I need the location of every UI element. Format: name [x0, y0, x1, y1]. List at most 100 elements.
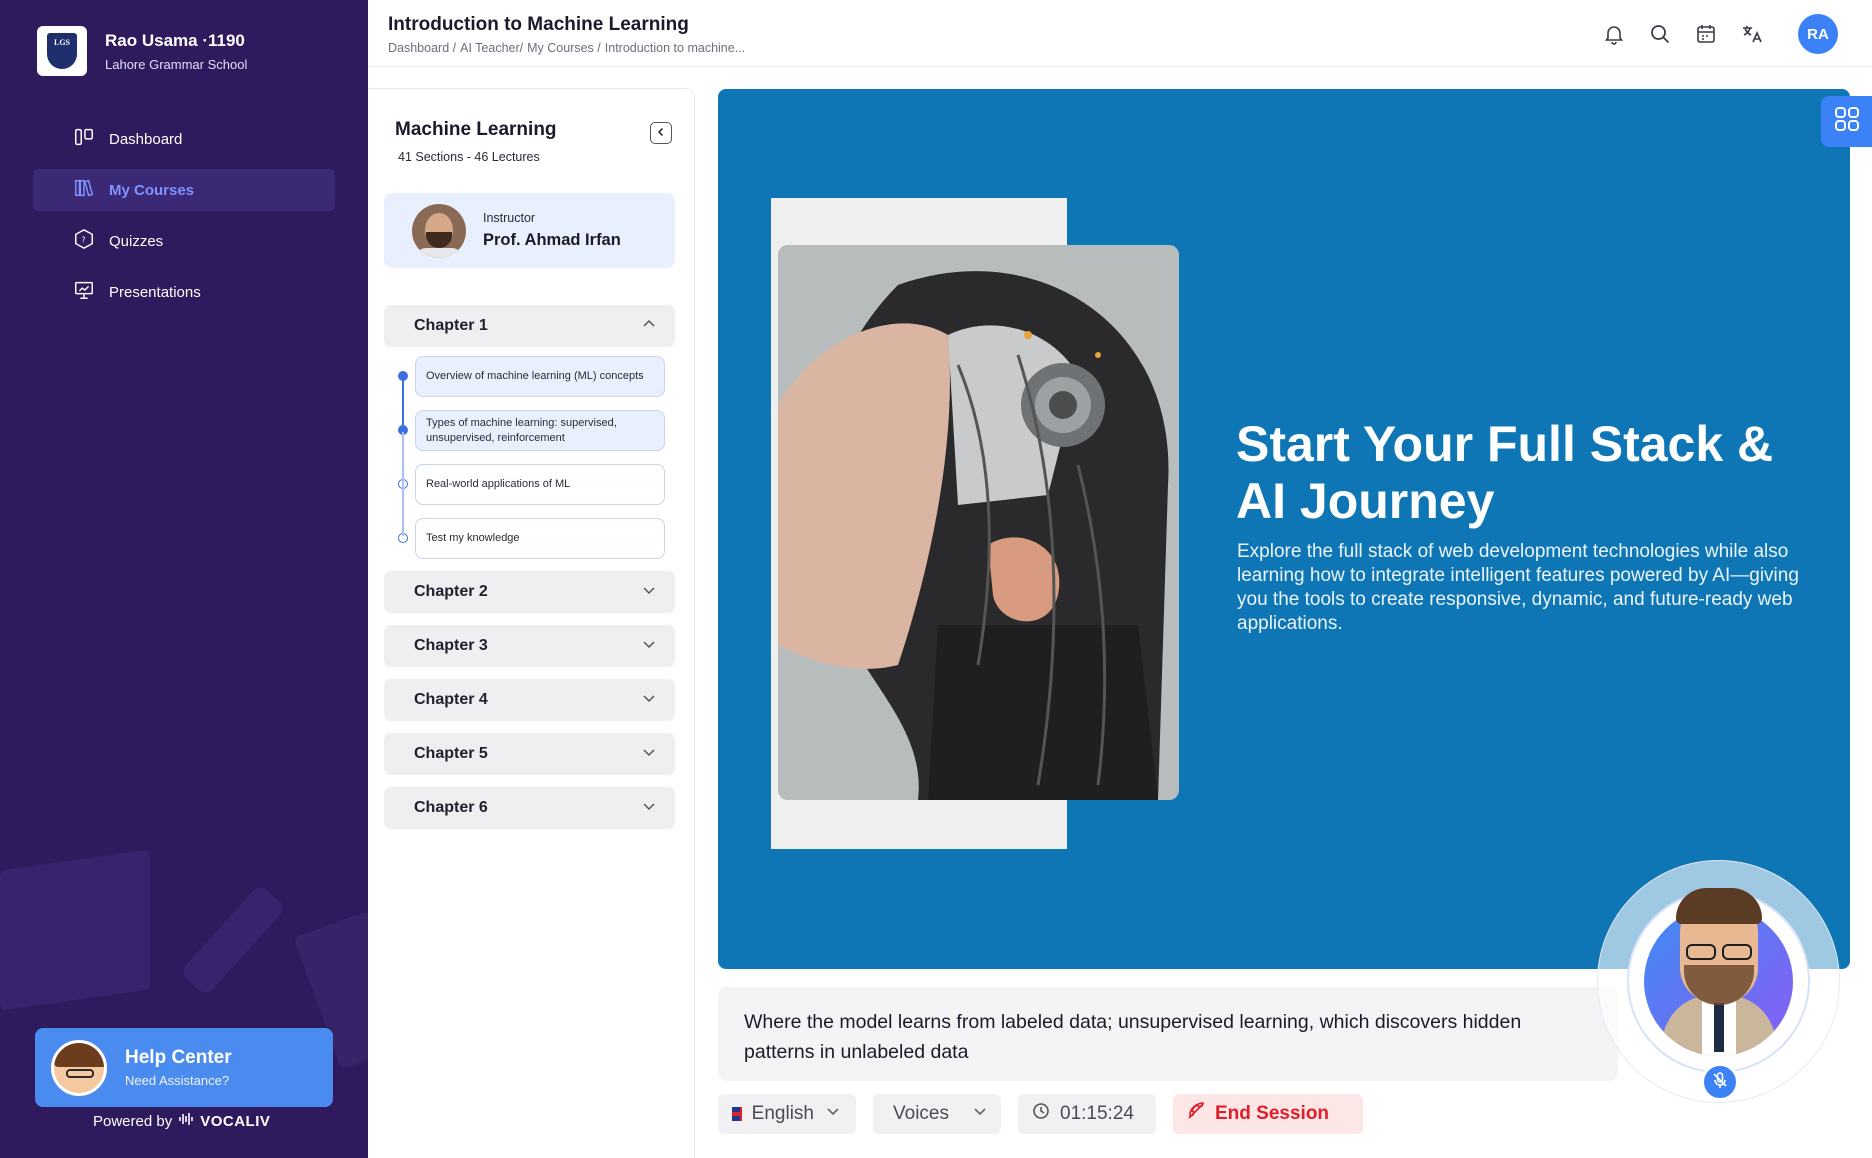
collapse-panel-button[interactable]: [650, 122, 672, 144]
lesson-item[interactable]: Test my knowledge: [415, 518, 665, 559]
chapter-label: Chapter 3: [414, 637, 488, 654]
dashboard-icon: [73, 126, 95, 152]
language-value: English: [751, 1103, 814, 1124]
help-center-subtitle: Need Assistance?: [125, 1073, 230, 1088]
header-actions: RA: [1602, 14, 1838, 54]
chevron-down-icon: [971, 1102, 989, 1126]
chapter-1-header[interactable]: Chapter 1: [384, 305, 675, 347]
chapter-label: Chapter 1: [414, 317, 488, 334]
layout-grid-button[interactable]: [1821, 96, 1872, 147]
lesson-item[interactable]: Real-world applications of ML: [415, 464, 665, 505]
breadcrumb-ai-teacher[interactable]: AI Teacher/: [460, 41, 523, 55]
sidebar-nav: Dashboard My Courses ? Quizzes Presentat…: [33, 118, 335, 322]
chapter-2-header[interactable]: Chapter 2: [384, 571, 675, 613]
sidebar: LGS Rao Usama ·1190 Lahore Grammar Schoo…: [0, 0, 368, 1158]
instructor-photo: [412, 203, 466, 258]
sidebar-item-label: Quizzes: [109, 232, 164, 250]
course-title: Machine Learning: [395, 119, 557, 140]
chapter-5-header[interactable]: Chapter 5: [384, 733, 675, 775]
slide-heading: Start Your Full Stack & AI Journey: [1236, 416, 1774, 529]
search-icon[interactable]: [1648, 22, 1672, 46]
school-logo: LGS: [37, 26, 87, 76]
chevron-down-icon: [641, 582, 657, 603]
school-name: Lahore Grammar School: [105, 56, 248, 72]
calendar-icon[interactable]: [1694, 22, 1718, 46]
lesson-label: Real-world applications of ML: [426, 478, 571, 490]
course-outline-panel: Machine Learning 41 Sections - 46 Lectur…: [368, 88, 695, 1158]
end-call-icon: [1187, 1102, 1205, 1126]
powered-by: Powered by VOCALIV: [93, 1111, 270, 1131]
chevron-left-icon: [656, 124, 666, 142]
slide-description: Explore the full stack of web developmen…: [1237, 541, 1799, 634]
chapter-label: Chapter 2: [414, 583, 488, 600]
lesson-item[interactable]: Overview of machine learning (ML) concep…: [415, 356, 665, 397]
course-stats: 41 Sections - 46 Lectures: [398, 150, 540, 164]
sidebar-item-label: Presentations: [109, 283, 201, 301]
powered-by-label: Powered by: [93, 1112, 173, 1130]
chevron-down-icon: [641, 744, 657, 765]
svg-text:?: ?: [81, 235, 85, 245]
chapter-3-header[interactable]: Chapter 3: [384, 625, 675, 667]
transcript-caption: Where the model learns from labeled data…: [718, 987, 1618, 1081]
breadcrumb-dashboard[interactable]: Dashboard /: [388, 41, 456, 55]
quiz-icon: ?: [73, 228, 95, 254]
end-session-label: End Session: [1215, 1103, 1330, 1124]
sidebar-item-my-courses[interactable]: My Courses: [33, 169, 335, 211]
help-center-title: Help Center: [125, 1047, 232, 1068]
chevron-down-icon: [641, 798, 657, 819]
mic-off-icon: [1711, 1071, 1729, 1094]
books-icon: [73, 177, 95, 203]
chapter-6-header[interactable]: Chapter 6: [384, 787, 675, 829]
sidebar-item-presentations[interactable]: Presentations: [33, 271, 335, 313]
sound-wave-icon: [178, 1111, 194, 1131]
breadcrumb-current: Introduction to machine...: [604, 41, 746, 55]
sidebar-item-dashboard[interactable]: Dashboard: [33, 118, 335, 160]
chapter-4-header[interactable]: Chapter 4: [384, 679, 675, 721]
help-center-card[interactable]: Help Center Need Assistance?: [35, 1028, 333, 1107]
robot-head-image: [778, 245, 1179, 800]
lesson-label: Overview of machine learning (ML) concep…: [426, 370, 644, 382]
voices-select[interactable]: Voices: [873, 1094, 1001, 1134]
session-timer: 01:15:24: [1018, 1094, 1156, 1134]
page-title: Introduction to Machine Learning: [388, 14, 689, 35]
language-select[interactable]: English: [718, 1094, 856, 1134]
lesson-item[interactable]: Types of machine learning: supervised, u…: [415, 410, 665, 451]
lesson-slide: Start Your Full Stack & AI Journey Explo…: [718, 89, 1850, 969]
instructor-label: Instructor: [483, 211, 536, 225]
lesson-label: Test my knowledge: [426, 532, 520, 544]
ai-tutor-hair: [1676, 888, 1762, 924]
user-avatar[interactable]: RA: [1798, 14, 1838, 54]
school-crest-icon: LGS: [47, 33, 77, 69]
chevron-down-icon: [641, 636, 657, 657]
chevron-down-icon: [641, 690, 657, 711]
uk-flag-icon: [732, 1107, 742, 1121]
sidebar-item-label: My Courses: [109, 181, 195, 199]
bell-icon[interactable]: [1602, 22, 1626, 46]
top-header: Introduction to Machine Learning Dashboa…: [368, 0, 1872, 67]
book-decoration: [0, 849, 150, 1011]
voices-label: Voices: [893, 1103, 949, 1124]
sidebar-item-label: Dashboard: [109, 130, 183, 148]
pencil-decoration: [179, 883, 287, 997]
instructor-name: Prof. Ahmad Irfan: [483, 231, 621, 249]
ai-tutor-glasses: [1686, 944, 1752, 960]
chevron-up-icon: [641, 316, 657, 337]
translate-icon[interactable]: [1740, 22, 1764, 46]
instructor-card: Instructor Prof. Ahmad Irfan: [384, 193, 675, 268]
grid-icon: [1833, 105, 1861, 138]
breadcrumb: Dashboard / AI Teacher/ My Courses / Int…: [388, 41, 745, 55]
chapter-label: Chapter 4: [414, 691, 488, 708]
clock-icon: [1032, 1102, 1050, 1126]
support-agent-avatar: [51, 1039, 107, 1096]
brand-logo: VOCALIV: [200, 1112, 271, 1130]
progress-track-completed: [402, 376, 404, 432]
sidebar-item-quizzes[interactable]: ? Quizzes: [33, 220, 335, 262]
timer-value: 01:15:24: [1060, 1103, 1134, 1124]
chapter-label: Chapter 5: [414, 745, 488, 762]
end-session-button[interactable]: End Session: [1173, 1094, 1363, 1134]
presentation-icon: [73, 279, 95, 305]
mute-mic-button[interactable]: [1701, 1063, 1739, 1101]
chapter-label: Chapter 6: [414, 799, 488, 816]
breadcrumb-my-courses[interactable]: My Courses /: [527, 41, 601, 55]
school-profile: LGS Rao Usama ·1190 Lahore Grammar Schoo…: [37, 26, 247, 76]
